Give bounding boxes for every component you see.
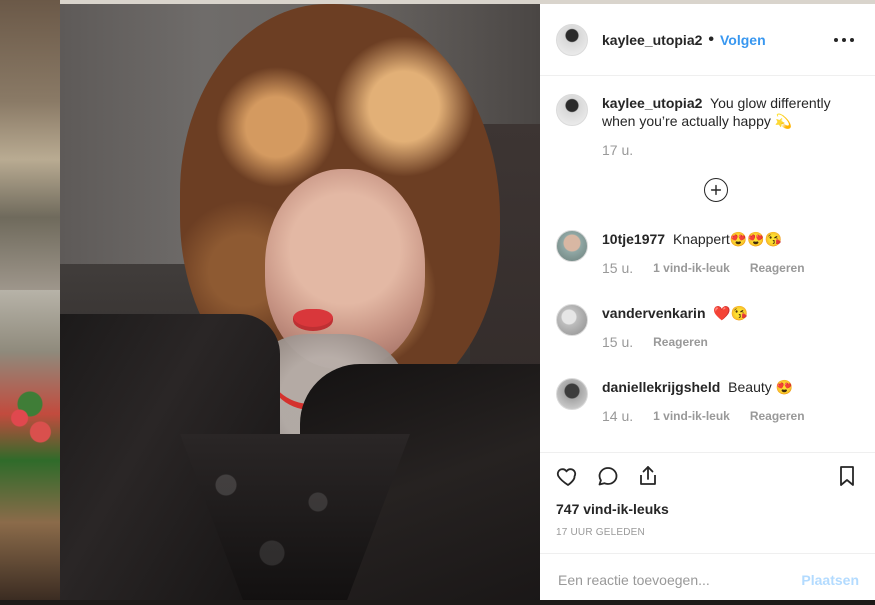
comment-row: vandervenkarin ❤️😘 15 u. Reageren — [540, 304, 875, 350]
comment-likes[interactable]: 1 vind-ik-leuk — [653, 409, 730, 423]
likes-count[interactable]: 747 vind-ik-leuks — [540, 501, 875, 517]
comment-meta: 15 u. 1 vind-ik-leuk Reageren — [602, 260, 805, 276]
load-more-comments-icon — [710, 184, 722, 196]
action-row — [540, 453, 875, 499]
comment-avatar[interactable] — [556, 304, 588, 336]
comment-reply-button[interactable]: Reageren — [653, 335, 708, 349]
bookmark-icon — [840, 466, 854, 486]
comment-avatar[interactable] — [556, 378, 588, 410]
save-button[interactable] — [835, 464, 859, 488]
comments-list: kaylee_utopia2 You glow differently when… — [540, 76, 875, 452]
comment-likes[interactable]: 1 vind-ik-leuk — [653, 261, 730, 275]
comment-text-wrapper: 10tje1977 Knappert😍😍😘 — [602, 230, 805, 248]
author-avatar[interactable] — [556, 23, 588, 56]
comment-button[interactable] — [596, 464, 620, 488]
comment-meta: 15 u. Reageren — [602, 334, 748, 350]
caption-block: kaylee_utopia2 You glow differently when… — [540, 76, 875, 158]
posted-time[interactable]: 17 UUR GELEDEN — [540, 527, 875, 538]
comment-username[interactable]: vandervenkarin — [602, 305, 706, 321]
post-photo[interactable] — [60, 4, 540, 600]
comment-text: Beauty 😍 — [728, 379, 794, 395]
more-options-icon — [834, 37, 854, 42]
comment-reply-button[interactable]: Reageren — [750, 409, 805, 423]
follow-button[interactable]: Volgen — [720, 32, 766, 48]
background-flowers — [4, 390, 56, 460]
caption-content: kaylee_utopia2 You glow differently when… — [602, 94, 859, 158]
comment-username[interactable]: 10tje1977 — [602, 231, 665, 247]
comment-meta: 14 u. 1 vind-ik-leuk Reageren — [602, 408, 805, 424]
comment-time[interactable]: 15 u. — [602, 260, 633, 276]
caption-time[interactable]: 17 u. — [602, 142, 633, 158]
post-actions: 747 vind-ik-leuks 17 UUR GELEDEN Plaatse… — [540, 452, 875, 605]
comment-icon — [598, 467, 618, 486]
comment-text-wrapper: vandervenkarin ❤️😘 — [602, 304, 748, 322]
caption-meta: 17 u. — [602, 142, 859, 158]
share-button[interactable] — [636, 464, 660, 488]
comment-avatar[interactable] — [556, 230, 588, 262]
comment-content: daniellekrijgsheld Beauty 😍 14 u. 1 vind… — [602, 378, 805, 424]
add-comment-input[interactable] — [556, 570, 790, 589]
post-panel: kaylee_utopia2 • Volgen kaylee_utopia2 Y… — [540, 4, 875, 600]
comment-time[interactable]: 15 u. — [602, 334, 633, 350]
more-options-button[interactable] — [829, 25, 859, 55]
comment-content: 10tje1977 Knappert😍😍😘 15 u. 1 vind-ik-le… — [602, 230, 805, 276]
comment-content: vandervenkarin ❤️😘 15 u. Reageren — [602, 304, 748, 350]
post-header: kaylee_utopia2 • Volgen — [540, 4, 875, 76]
like-button[interactable] — [556, 464, 580, 488]
add-comment-bar: Plaatsen — [540, 553, 875, 605]
comment-row: daniellekrijgsheld Beauty 😍 14 u. 1 vind… — [540, 378, 875, 424]
caption-avatar[interactable] — [556, 94, 588, 126]
comment-reply-button[interactable]: Reageren — [750, 261, 805, 275]
post-comment-button[interactable]: Plaatsen — [801, 572, 859, 588]
background-left-top — [0, 0, 60, 290]
comment-time[interactable]: 14 u. — [602, 408, 633, 424]
heart-icon — [556, 468, 577, 486]
caption-text-wrapper: kaylee_utopia2 You glow differently when… — [602, 94, 859, 130]
photo-lips — [293, 309, 333, 331]
comment-text-wrapper: daniellekrijgsheld Beauty 😍 — [602, 378, 805, 396]
comment-text: ❤️😘 — [713, 305, 749, 321]
header-separator: • — [708, 30, 714, 48]
comment-text: Knappert😍😍😘 — [672, 231, 783, 247]
share-icon — [640, 466, 656, 485]
load-more-comments-button[interactable] — [704, 178, 728, 202]
comment-username[interactable]: daniellekrijgsheld — [602, 379, 720, 395]
caption-username[interactable]: kaylee_utopia2 — [602, 95, 702, 111]
comment-row: 10tje1977 Knappert😍😍😘 15 u. 1 vind-ik-le… — [540, 230, 875, 276]
author-username[interactable]: kaylee_utopia2 — [602, 32, 702, 48]
